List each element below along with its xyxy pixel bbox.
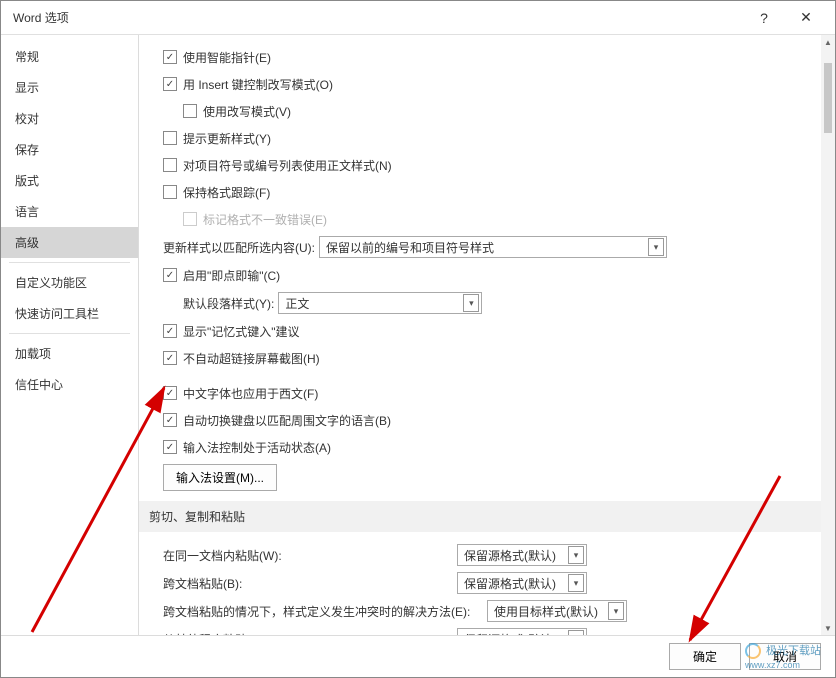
option-label: 对项目符号或编号列表使用正文样式(N) xyxy=(183,157,392,174)
option-label: 自动切换键盘以匹配周围文字的语言(B) xyxy=(183,412,391,429)
sidebar-item-save[interactable]: 保存 xyxy=(1,134,138,165)
option-label: 提示更新样式(Y) xyxy=(183,130,271,147)
ime-settings-row: 输入法设置(M)... xyxy=(147,464,813,491)
checkbox-icon[interactable] xyxy=(163,413,177,427)
chevron-down-icon: ▾ xyxy=(568,574,584,592)
paste-cross-doc-row: 跨文档粘贴(B): 保留源格式(默认) ▾ xyxy=(147,572,813,594)
scrollbar-thumb[interactable] xyxy=(824,63,832,133)
sidebar-item-advanced[interactable]: 高级 xyxy=(1,227,138,258)
checkbox-icon[interactable] xyxy=(163,158,177,172)
dialog-footer: 确定 取消 极光下载站 www.xz7.com xyxy=(1,635,835,677)
option-label: 启用"即点即输"(C) xyxy=(183,267,280,284)
sidebar-item-trust-center[interactable]: 信任中心 xyxy=(1,369,138,400)
checkbox-icon[interactable] xyxy=(163,77,177,91)
select-value: 保留以前的编号和项目符号样式 xyxy=(326,239,642,256)
chevron-down-icon: ▾ xyxy=(463,294,479,312)
paste-cross-conflict-select[interactable]: 使用目标样式(默认) ▾ xyxy=(487,600,627,622)
option-label: 用 Insert 键控制改写模式(O) xyxy=(183,76,333,93)
checkbox-icon xyxy=(183,212,197,226)
option-label: 输入法控制处于活动状态(A) xyxy=(183,439,331,456)
sidebar-item-language[interactable]: 语言 xyxy=(1,196,138,227)
select-value: 保留源格式(默认) xyxy=(464,575,562,592)
option-label: 不自动超链接屏幕截图(H) xyxy=(183,350,320,367)
dialog-title: Word 选项 xyxy=(13,9,743,26)
option-label: 保持格式跟踪(F) xyxy=(183,184,270,201)
sidebar-item-general[interactable]: 常规 xyxy=(1,41,138,72)
paste-other-app-select[interactable]: 保留源格式(默认) ▾ xyxy=(457,628,587,635)
sidebar-separator xyxy=(9,333,130,334)
option-autocomplete[interactable]: 显示"记忆式键入"建议 xyxy=(147,321,813,341)
option-smart-pointer[interactable]: 使用智能指针(E) xyxy=(147,47,813,67)
checkbox-icon[interactable] xyxy=(163,50,177,64)
paste-same-doc-row: 在同一文档内粘贴(W): 保留源格式(默认) ▾ xyxy=(147,544,813,566)
checkbox-icon[interactable] xyxy=(163,131,177,145)
word-options-dialog: Word 选项 ? ✕ 常规 显示 校对 保存 版式 语言 高级 自定义功能区 … xyxy=(0,0,836,678)
spacer xyxy=(147,375,813,383)
option-normal-for-list[interactable]: 对项目符号或编号列表使用正文样式(N) xyxy=(147,155,813,175)
paste-same-doc-select[interactable]: 保留源格式(默认) ▾ xyxy=(457,544,587,566)
sidebar-item-customize-ribbon[interactable]: 自定义功能区 xyxy=(1,267,138,298)
option-default-para: 默认段落样式(Y): 正文 ▾ xyxy=(147,292,813,314)
dialog-body: 常规 显示 校对 保存 版式 语言 高级 自定义功能区 快速访问工具栏 加载项 … xyxy=(1,35,835,635)
option-label: 中文字体也应用于西文(F) xyxy=(183,385,318,402)
checkbox-icon[interactable] xyxy=(183,104,197,118)
option-auto-switch-kb[interactable]: 自动切换键盘以匹配周围文字的语言(B) xyxy=(147,410,813,430)
option-label: 显示"记忆式键入"建议 xyxy=(183,323,300,340)
sidebar: 常规 显示 校对 保存 版式 语言 高级 自定义功能区 快速访问工具栏 加载项 … xyxy=(1,35,139,635)
option-no-screenshot-link[interactable]: 不自动超链接屏幕截图(H) xyxy=(147,348,813,368)
option-track-formatting[interactable]: 保持格式跟踪(F) xyxy=(147,182,813,202)
option-overtype[interactable]: 使用改写模式(V) xyxy=(147,101,813,121)
option-click-type[interactable]: 启用"即点即输"(C) xyxy=(147,265,813,285)
option-label: 跨文档粘贴(B): xyxy=(163,575,453,592)
option-mark-inconsist: 标记格式不一致错误(E) xyxy=(147,209,813,229)
scroll-down-icon[interactable]: ▼ xyxy=(821,621,835,635)
cancel-button[interactable]: 取消 xyxy=(749,643,821,670)
option-insert-toggle[interactable]: 用 Insert 键控制改写模式(O) xyxy=(147,74,813,94)
default-para-select[interactable]: 正文 ▾ xyxy=(278,292,482,314)
chevron-down-icon: ▾ xyxy=(568,546,584,564)
close-button[interactable]: ✕ xyxy=(785,3,827,33)
option-label: 更新样式以匹配所选内容(U): xyxy=(163,239,315,256)
option-cn-font-west[interactable]: 中文字体也应用于西文(F) xyxy=(147,383,813,403)
sidebar-item-layout[interactable]: 版式 xyxy=(1,165,138,196)
select-value: 保留源格式(默认) xyxy=(464,547,562,564)
checkbox-icon[interactable] xyxy=(163,386,177,400)
update-style-select[interactable]: 保留以前的编号和项目符号样式 ▾ xyxy=(319,236,667,258)
paste-cross-doc-select[interactable]: 保留源格式(默认) ▾ xyxy=(457,572,587,594)
checkbox-icon[interactable] xyxy=(163,440,177,454)
paste-cross-conflict-row: 跨文档粘贴的情况下，样式定义发生冲突时的解决方法(E): 使用目标样式(默认) … xyxy=(147,600,813,622)
option-label: 跨文档粘贴的情况下，样式定义发生冲突时的解决方法(E): xyxy=(163,603,483,620)
ime-settings-button[interactable]: 输入法设置(M)... xyxy=(163,464,277,491)
paste-other-app-row: 从其他程序粘贴(F): 保留源格式(默认) ▾ xyxy=(147,628,813,635)
option-prompt-style[interactable]: 提示更新样式(Y) xyxy=(147,128,813,148)
chevron-down-icon: ▾ xyxy=(648,238,664,256)
vertical-scrollbar[interactable]: ▲ ▼ xyxy=(821,35,835,635)
ok-button[interactable]: 确定 xyxy=(669,643,741,670)
checkbox-icon[interactable] xyxy=(163,268,177,282)
sidebar-separator xyxy=(9,262,130,263)
sidebar-item-display[interactable]: 显示 xyxy=(1,72,138,103)
option-label: 在同一文档内粘贴(W): xyxy=(163,547,453,564)
sidebar-item-addins[interactable]: 加载项 xyxy=(1,338,138,369)
checkbox-icon[interactable] xyxy=(163,351,177,365)
section-head-paste: 剪切、复制和粘贴 xyxy=(139,501,821,532)
option-update-style: 更新样式以匹配所选内容(U): 保留以前的编号和项目符号样式 ▾ xyxy=(147,236,813,258)
option-label: 使用智能指针(E) xyxy=(183,49,271,66)
content-pane: 使用智能指针(E) 用 Insert 键控制改写模式(O) 使用改写模式(V) … xyxy=(139,35,835,635)
titlebar: Word 选项 ? ✕ xyxy=(1,1,835,35)
option-label: 默认段落样式(Y): xyxy=(183,295,274,312)
scroll-up-icon[interactable]: ▲ xyxy=(821,35,835,49)
chevron-down-icon: ▾ xyxy=(608,602,624,620)
select-value: 正文 xyxy=(285,295,457,312)
option-ime-active[interactable]: 输入法控制处于活动状态(A) xyxy=(147,437,813,457)
sidebar-item-quick-access[interactable]: 快速访问工具栏 xyxy=(1,298,138,329)
sidebar-item-proofing[interactable]: 校对 xyxy=(1,103,138,134)
select-value: 使用目标样式(默认) xyxy=(494,603,602,620)
scroll-area: 使用智能指针(E) 用 Insert 键控制改写模式(O) 使用改写模式(V) … xyxy=(139,35,821,635)
option-label: 标记格式不一致错误(E) xyxy=(203,211,327,228)
checkbox-icon[interactable] xyxy=(163,324,177,338)
option-label: 使用改写模式(V) xyxy=(203,103,291,120)
checkbox-icon[interactable] xyxy=(163,185,177,199)
help-button[interactable]: ? xyxy=(743,3,785,33)
